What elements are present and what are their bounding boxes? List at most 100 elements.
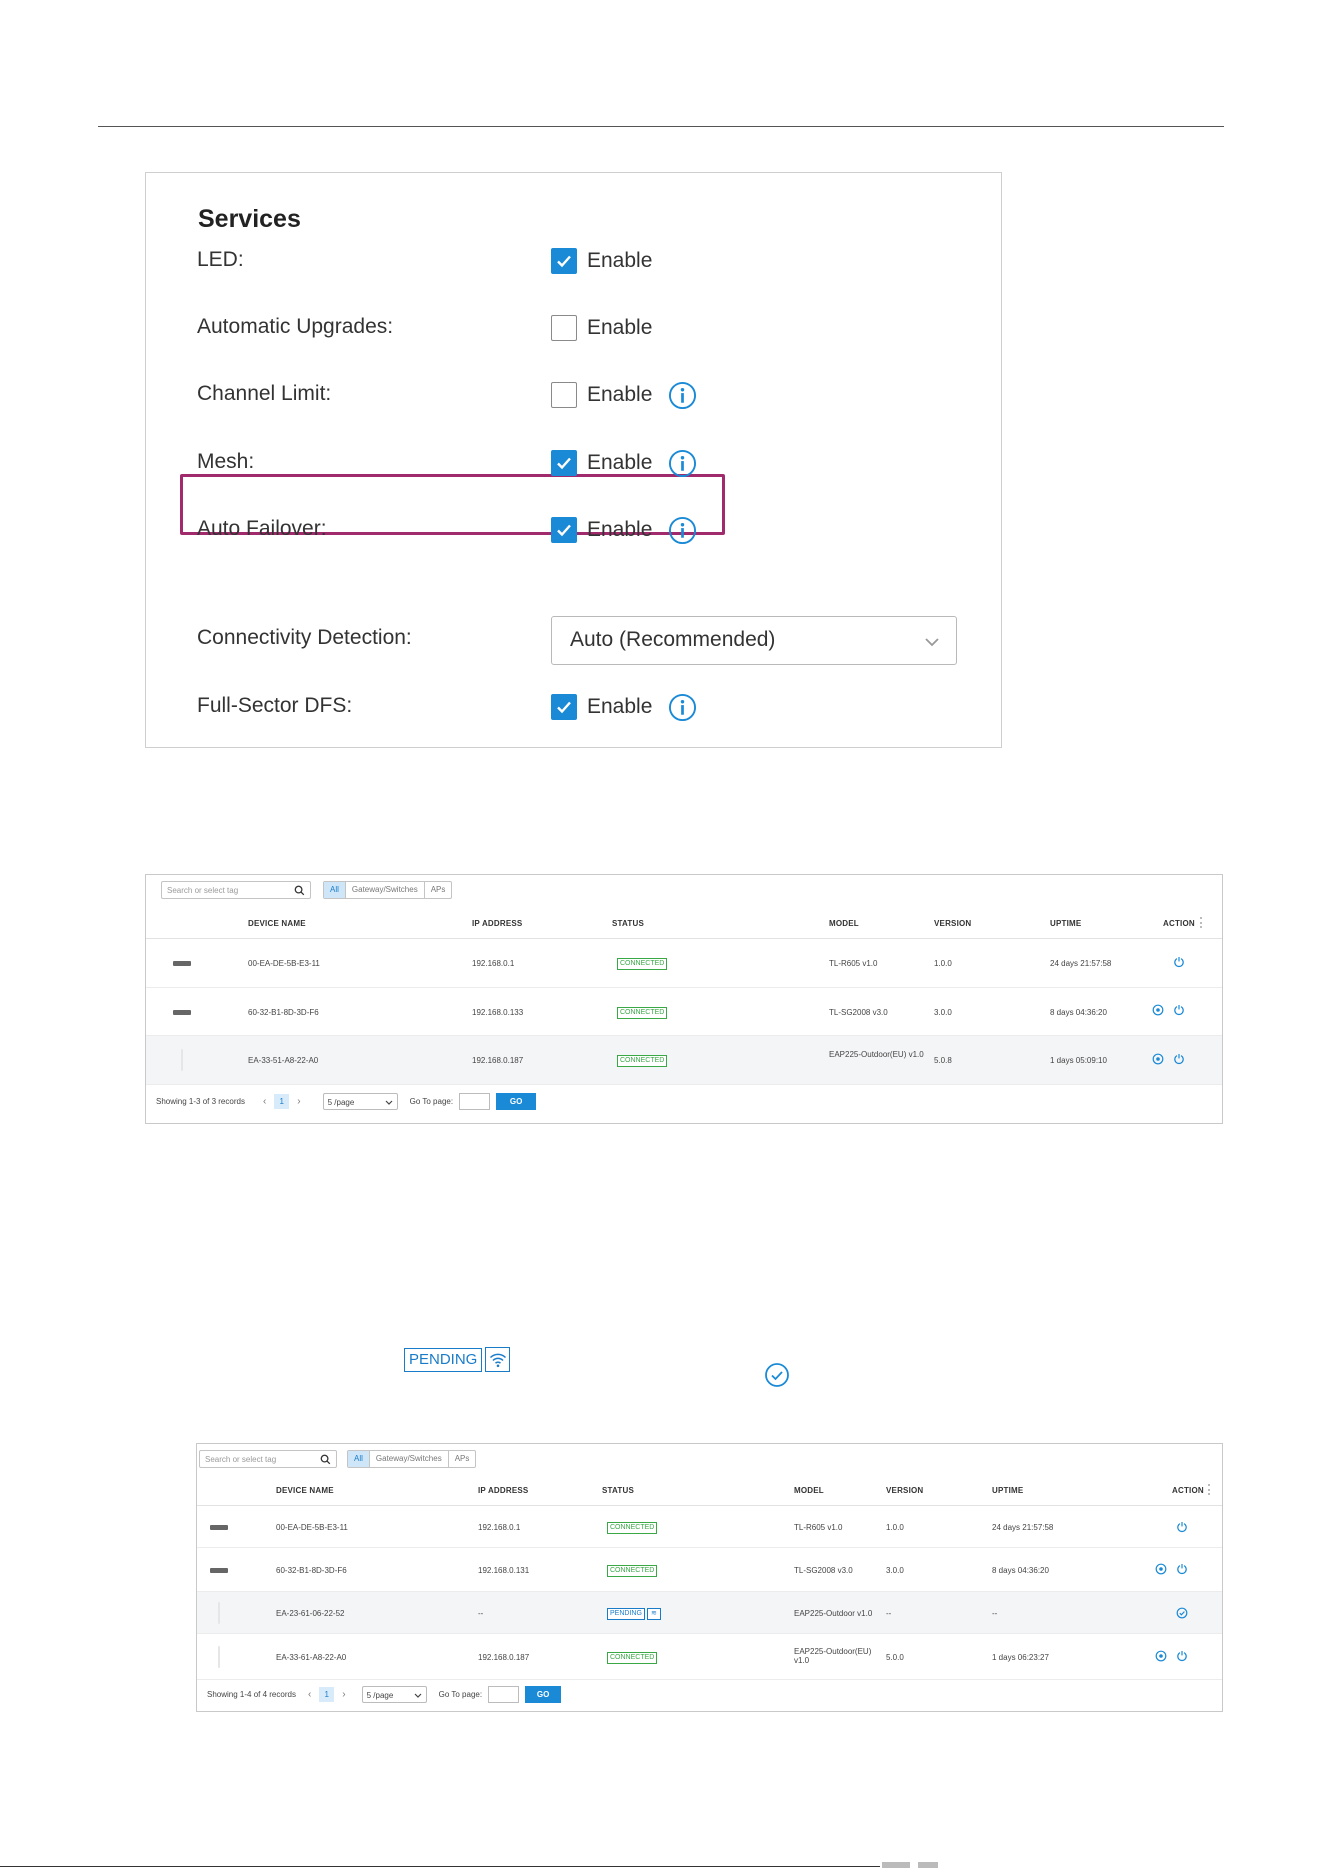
pagination: Showing 1-4 of 4 records ‹ 1 › 5 /page G…	[197, 1680, 1222, 1708]
pending-badge: PENDING	[404, 1347, 483, 1372]
tab-aps[interactable]: APs	[449, 1451, 476, 1467]
th-version[interactable]: VERSION	[886, 1486, 923, 1495]
connectivity-detection-select[interactable]: Auto (Recommended)	[551, 616, 957, 665]
prev-page-icon[interactable]: ‹	[308, 1689, 311, 1700]
mesh-label: Mesh:	[197, 450, 255, 473]
table-row[interactable]: 60-32-B1-8D-3D-F6 192.168.0.133 CONNECTE…	[146, 988, 1222, 1036]
auto-upgrades-label: Automatic Upgrades:	[197, 315, 394, 338]
device-name[interactable]: 00-EA-DE-5B-E3-11	[276, 1523, 348, 1532]
tab-aps[interactable]: APs	[425, 882, 452, 898]
reboot-icon[interactable]	[1176, 1563, 1188, 1575]
tab-gateway-switches[interactable]: Gateway/Switches	[346, 882, 425, 898]
status-badge: CONNECTED	[607, 1652, 658, 1664]
device-name[interactable]: EA-33-51-A8-22-A0	[248, 1056, 318, 1065]
channel-limit-checkbox[interactable]	[551, 382, 577, 408]
go-button[interactable]: GO	[496, 1092, 537, 1110]
device-name[interactable]: 60-32-B1-8D-3D-F6	[276, 1566, 347, 1575]
th-uptime[interactable]: UPTIME	[1050, 919, 1081, 928]
th-device-name[interactable]: DEVICE NAME	[276, 1486, 334, 1495]
th-model[interactable]: MODEL	[829, 919, 859, 928]
th-version[interactable]: VERSION	[934, 919, 971, 928]
auto-upgrades-row: Automatic Upgrades: Enable	[146, 308, 1001, 348]
table-row[interactable]: 00-EA-DE-5B-E3-11 192.168.0.1 CONNECTED …	[146, 939, 1222, 988]
mesh-enable-label: Enable	[587, 451, 653, 474]
led-checkbox[interactable]	[551, 248, 577, 274]
reboot-icon[interactable]	[1173, 1004, 1185, 1016]
reboot-icon[interactable]	[1173, 1053, 1185, 1065]
search-input[interactable]: Search or select tag	[161, 881, 311, 899]
auto-failover-checkbox[interactable]	[551, 517, 577, 543]
info-icon[interactable]	[668, 693, 697, 722]
next-page-icon[interactable]: ›	[342, 1689, 345, 1700]
table-row[interactable]: EA-33-61-A8-22-A0 192.168.0.187 CONNECTE…	[197, 1634, 1222, 1680]
model: TL-R605 v1.0	[829, 959, 878, 968]
switch-device-icon	[210, 1568, 228, 1573]
status-badge: CONNECTED	[607, 1522, 658, 1534]
search-icon	[320, 1454, 331, 1465]
status-badge: CONNECTED	[617, 1055, 668, 1067]
reboot-icon[interactable]	[1173, 956, 1185, 968]
chevron-down-icon	[385, 1100, 393, 1105]
device-name[interactable]: EA-23-61-06-22-52	[276, 1609, 344, 1618]
info-icon[interactable]	[668, 381, 697, 410]
device-name[interactable]: EA-33-61-A8-22-A0	[276, 1653, 346, 1662]
goto-page-input[interactable]	[488, 1685, 520, 1703]
locate-icon[interactable]	[1155, 1563, 1167, 1575]
ip-address: 192.168.0.1	[478, 1523, 521, 1532]
auto-upgrades-checkbox[interactable]	[551, 315, 577, 341]
th-action: ACTION	[1172, 1486, 1204, 1495]
th-ip-address[interactable]: IP ADDRESS	[472, 919, 522, 928]
page-number[interactable]: 1	[274, 1093, 290, 1109]
next-page-icon[interactable]: ›	[297, 1096, 300, 1107]
locate-icon[interactable]	[1152, 1053, 1164, 1065]
tab-gateway-switches[interactable]: Gateway/Switches	[370, 1451, 449, 1467]
reboot-icon[interactable]	[1176, 1521, 1188, 1533]
mesh-checkbox[interactable]	[551, 450, 577, 476]
page-size-select[interactable]: 5 /page	[361, 1685, 427, 1703]
filter-tabs: All Gateway/Switches APs	[323, 881, 453, 899]
full-sector-dfs-checkbox[interactable]	[551, 694, 577, 720]
status-badge: PENDING	[607, 1608, 645, 1620]
table-row[interactable]: 60-32-B1-8D-3D-F6 192.168.0.131 CONNECTE…	[197, 1548, 1222, 1592]
version: 3.0.0	[886, 1566, 904, 1575]
model: EAP225-Outdoor(EU) v1.0	[794, 1647, 872, 1665]
th-status[interactable]: STATUS	[612, 919, 644, 928]
search-input[interactable]: Search or select tag	[199, 1450, 337, 1468]
ip-address: 192.168.0.133	[472, 1008, 524, 1017]
go-button[interactable]: GO	[525, 1685, 562, 1703]
mesh-row: Mesh: Enable	[146, 443, 1001, 483]
locate-icon[interactable]	[1155, 1650, 1167, 1662]
device-name[interactable]: 00-EA-DE-5B-E3-11	[248, 959, 320, 968]
th-status[interactable]: STATUS	[602, 1486, 634, 1495]
page-number[interactable]: 1	[319, 1686, 335, 1702]
adopt-check-icon[interactable]	[1176, 1607, 1188, 1619]
reboot-icon[interactable]	[1176, 1650, 1188, 1662]
page-size-value: 5 /page	[327, 1097, 355, 1107]
th-ip-address[interactable]: IP ADDRESS	[478, 1486, 528, 1495]
goto-page-input[interactable]	[459, 1092, 491, 1110]
th-uptime[interactable]: UPTIME	[992, 1486, 1023, 1495]
th-device-name[interactable]: DEVICE NAME	[248, 919, 306, 928]
column-settings-icon[interactable]	[1208, 1484, 1210, 1495]
table-row[interactable]: EA-33-51-A8-22-A0 192.168.0.187 CONNECTE…	[146, 1036, 1222, 1085]
tab-all[interactable]: All	[348, 1451, 370, 1467]
device-name[interactable]: 60-32-B1-8D-3D-F6	[248, 1008, 319, 1017]
locate-icon[interactable]	[1152, 1004, 1164, 1016]
info-icon[interactable]	[668, 449, 697, 478]
page-size-select[interactable]: 5 /page	[322, 1092, 398, 1110]
model: EAP225-Outdoor v1.0	[794, 1609, 873, 1618]
chevron-down-icon	[925, 638, 939, 647]
version: 5.0.0	[886, 1653, 904, 1662]
version: --	[886, 1609, 892, 1618]
table-row[interactable]: 00-EA-DE-5B-E3-11 192.168.0.1 CONNECTED …	[197, 1506, 1222, 1548]
top-rule	[98, 126, 1224, 127]
column-settings-icon[interactable]	[1200, 917, 1202, 928]
led-enable-label: Enable	[587, 249, 653, 272]
table-row[interactable]: EA-23-61-06-22-52 -- PENDING ≋ EAP225-Ou…	[197, 1592, 1222, 1634]
switch-device-icon	[173, 1010, 191, 1015]
info-icon[interactable]	[668, 516, 697, 545]
tab-all[interactable]: All	[324, 882, 346, 898]
th-model[interactable]: MODEL	[794, 1486, 824, 1495]
device-table-1: Search or select tag All Gateway/Switche…	[145, 874, 1223, 1124]
prev-page-icon[interactable]: ‹	[263, 1096, 266, 1107]
